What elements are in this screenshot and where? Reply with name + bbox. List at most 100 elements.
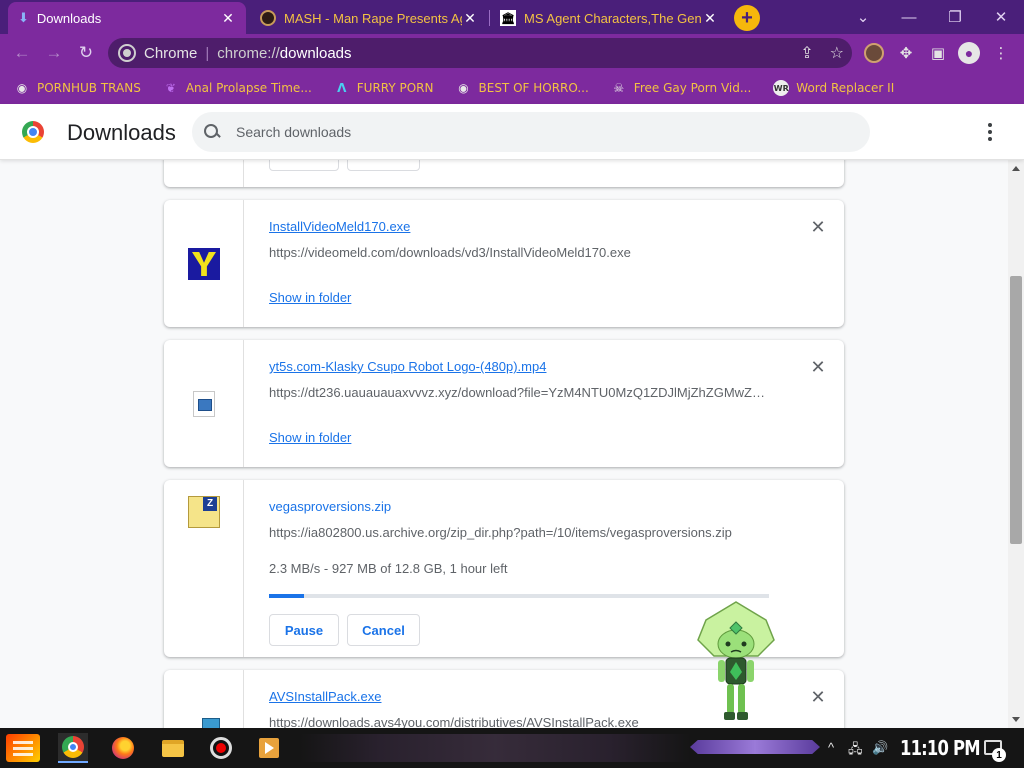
start-button[interactable]	[6, 734, 40, 762]
url-text[interactable]: chrome://downloads	[217, 45, 351, 62]
back-button[interactable]: ←	[10, 41, 34, 65]
scroll-down-arrow-icon[interactable]	[1012, 717, 1020, 722]
reload-button[interactable]: ↻	[74, 41, 98, 65]
bookmark-item[interactable]: ☠ Free Gay Porn Vid...	[611, 80, 751, 96]
remove-item-close-icon[interactable]: ✕	[810, 218, 826, 236]
bookmark-label: PORNHUB TRANS	[37, 81, 141, 95]
bookmark-item[interactable]: ❦ Anal Prolapse Time...	[163, 80, 312, 96]
more-actions-icon[interactable]	[980, 122, 1000, 142]
downloads-toolbar: Downloads	[0, 104, 1024, 160]
tab-mash[interactable]: MASH - Man Rape Presents Ag ✕	[250, 2, 488, 34]
show-in-folder-link[interactable]: Show in folder	[269, 430, 351, 445]
icon-column	[164, 200, 244, 327]
file-name-link[interactable]: InstallVideoMeld170.exe	[269, 219, 410, 234]
lambda-icon: Λ	[337, 81, 347, 95]
extension-avatar-icon[interactable]	[864, 43, 884, 63]
remove-item-close-icon[interactable]: ✕	[810, 358, 826, 376]
cancel-button[interactable]: Cancel	[347, 160, 420, 171]
tray-overflow-chevron-icon[interactable]: ^	[828, 740, 834, 755]
download-item: Pause Cancel	[164, 160, 844, 187]
icon-column	[164, 340, 244, 467]
taskbar-recorder[interactable]	[206, 733, 236, 763]
pause-button[interactable]: Pause	[269, 160, 339, 171]
download-item: InstallVideoMeld170.exe ✕ https://videom…	[164, 200, 844, 327]
firefox-icon	[112, 737, 134, 759]
file-name-link[interactable]: yt5s.com-Klasky Csupo Robot Logo-(480p).…	[269, 359, 546, 374]
side-panel-icon[interactable]: ▣	[927, 42, 949, 64]
taskbar-chrome[interactable]	[58, 733, 88, 763]
taskbar-clock[interactable]: 11:10 PM	[900, 736, 981, 760]
installer-icon	[202, 718, 220, 728]
icon-column	[164, 670, 244, 728]
bookmark-label: Free Gay Porn Vid...	[633, 81, 752, 95]
search-box[interactable]	[192, 112, 870, 152]
remove-item-close-icon[interactable]: ✕	[810, 688, 826, 706]
taskbar-decoration-bar	[690, 740, 820, 754]
bookmark-label: Word Replacer II	[796, 81, 895, 95]
minimize-button[interactable]: —	[886, 4, 932, 30]
tab-close-icon[interactable]: ✕	[462, 10, 478, 27]
maximize-button[interactable]: ❐	[932, 4, 978, 30]
bookmark-item[interactable]: ◉ PORNHUB TRANS	[14, 80, 141, 96]
taskbar-file-explorer[interactable]	[158, 733, 188, 763]
desktop-mascot-character[interactable]	[696, 600, 776, 728]
forward-button[interactable]: →	[42, 41, 66, 65]
globe-icon: ◉	[16, 81, 28, 95]
extensions-puzzle-icon[interactable]: ✥	[895, 42, 917, 64]
download-icon: ⬇	[18, 10, 29, 25]
new-tab-button[interactable]: +	[734, 5, 760, 31]
share-icon[interactable]: ⇪	[800, 43, 813, 63]
taskbar-media-player[interactable]	[254, 733, 284, 763]
tab-close-icon[interactable]: ✕	[220, 10, 236, 27]
omnibox-divider: |	[205, 44, 210, 62]
taskbar-firefox[interactable]	[108, 733, 138, 763]
toolbar: ← → ↻ Chrome | chrome://downloads ⇪ ☆ ✥ …	[0, 34, 1024, 72]
bookmark-item[interactable]: ◉ BEST OF HORRO...	[456, 80, 589, 96]
record-icon	[210, 737, 232, 759]
download-progress-bar	[269, 594, 769, 598]
volume-icon[interactable]: 🔊	[872, 740, 888, 756]
download-status-text: 2.3 MB/s - 927 MB of 12.8 GB, 1 hour lef…	[269, 561, 508, 576]
bookmark-label: BEST OF HORRO...	[478, 81, 589, 95]
profile-avatar[interactable]: ●	[958, 42, 980, 64]
bookmark-item[interactable]: WR Word Replacer II	[773, 80, 894, 96]
tab-close-icon[interactable]: ✕	[702, 10, 718, 27]
tab-title: Downloads	[36, 10, 102, 26]
close-window-button[interactable]: ✕	[978, 4, 1024, 30]
dog-favicon-icon	[260, 10, 276, 26]
archive-building-icon: 🏛	[500, 10, 516, 26]
tab-search-chevron-icon[interactable]: ⌄	[840, 4, 886, 30]
media-player-icon	[259, 738, 279, 758]
folder-icon	[162, 739, 184, 757]
show-in-folder-link[interactable]: Show in folder	[269, 290, 351, 305]
url-host: downloads	[279, 44, 352, 62]
bookmarks-bar: ◉ PORNHUB TRANS ❦ Anal Prolapse Time... …	[0, 72, 1024, 104]
bookmark-item[interactable]: Λ FURRY PORN	[334, 80, 433, 96]
file-url: https://videomeld.com/downloads/vd3/Inst…	[269, 245, 631, 260]
tab-downloads[interactable]: ⬇ Downloads ✕	[8, 2, 246, 34]
search-input[interactable]	[236, 124, 836, 140]
address-bar[interactable]: Chrome | chrome://downloads ⇪ ☆	[108, 38, 852, 68]
videomeld-y-icon	[188, 248, 220, 280]
scrollbar-thumb[interactable]	[1010, 276, 1022, 544]
zip-file-icon	[188, 496, 220, 528]
bookmark-star-icon[interactable]: ☆	[830, 43, 844, 63]
icon-column	[164, 480, 244, 657]
scroll-up-arrow-icon[interactable]	[1012, 166, 1020, 171]
notification-count-badge: 1	[992, 748, 1006, 762]
file-name: vegasproversions.zip	[269, 499, 392, 514]
chrome-icon	[62, 736, 84, 758]
cancel-button[interactable]: Cancel	[347, 614, 420, 646]
file-name-link[interactable]: AVSInstallPack.exe	[269, 689, 381, 704]
pause-button[interactable]: Pause	[269, 614, 339, 646]
tab-title: MS Agent Characters,The Gen	[524, 10, 702, 26]
globe-icon: ◉	[458, 81, 469, 95]
taskbar-decoration	[300, 734, 690, 762]
tab-strip: ⬇ Downloads ✕ MASH - Man Rape Presents A…	[0, 0, 1024, 34]
media-file-icon	[193, 391, 215, 417]
page-title: Downloads	[67, 120, 176, 145]
page-scrollbar[interactable]	[1008, 160, 1024, 728]
network-icon[interactable]: 🖧	[848, 740, 863, 762]
tab-ms-agent[interactable]: 🏛 MS Agent Characters,The Gen ✕	[490, 2, 728, 34]
browser-menu-icon[interactable]: ⋮	[990, 42, 1012, 64]
